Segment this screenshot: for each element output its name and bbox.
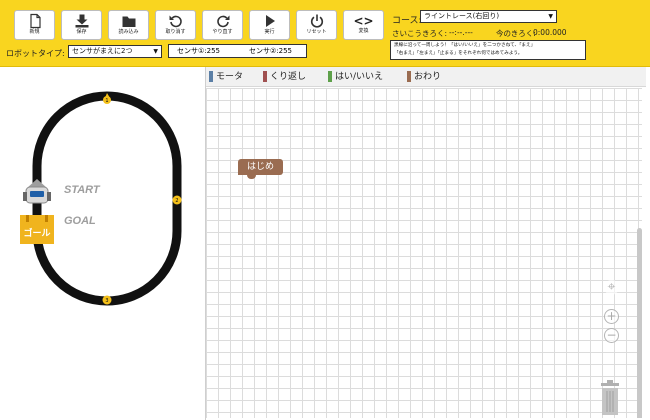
convert-button-label: 変換: [358, 28, 369, 34]
goal-sign-text: ゴール: [23, 227, 50, 239]
tab-motor-label: モータ: [216, 72, 244, 82]
checkpoint-1-label: 1: [105, 98, 108, 104]
tab-end-color: [407, 71, 411, 82]
start-label: START: [64, 184, 101, 196]
undo-button-label: 取り消す: [165, 29, 186, 35]
crosshair-icon[interactable]: ⌖: [604, 280, 619, 295]
play-icon: [265, 15, 275, 27]
block-workspace[interactable]: はじめ ⌖ + −: [206, 88, 642, 418]
block-palette: モータ くり返し はい/いいえ おわり: [206, 67, 646, 87]
best-record-value: --:--.---: [449, 28, 473, 37]
new-button[interactable]: 新規: [14, 10, 55, 40]
tab-repeat-color: [263, 71, 267, 82]
folder-icon: [122, 16, 135, 27]
tab-motor[interactable]: モータ: [209, 71, 243, 83]
checkpoint-3-label: 3: [105, 298, 108, 304]
course-select-value: ライントレース(右回り): [424, 12, 500, 20]
new-button-label: 新規: [29, 29, 40, 35]
checkpoint-3: 3: [102, 295, 112, 305]
checkpoint-2: 2: [172, 195, 182, 205]
redo-icon: [216, 15, 229, 28]
course-label: コース:: [392, 16, 422, 26]
save-button[interactable]: 保存: [61, 10, 102, 40]
app-window: 新規 保存 読み込み 取り消す やり直す 実行 リセット <> 変換 コース: …: [0, 0, 650, 420]
robot-type-label: ロボットタイプ:: [6, 49, 65, 58]
mission-line-2: 「右まえ」「左まえ」「止まる」をそれぞれ何ではめてみよう。: [394, 51, 523, 56]
reset-button[interactable]: リセット: [296, 10, 337, 40]
load-button-label: 読み込み: [118, 29, 139, 35]
tab-end[interactable]: おわり: [407, 71, 441, 83]
redo-button-label: やり直す: [212, 29, 233, 35]
sensor-readout: センサ①:255 センサ②:255: [168, 44, 307, 58]
tab-yes-no-color: [328, 71, 332, 82]
current-record-value: 0:00.000: [533, 28, 567, 37]
goal-label: GOAL: [64, 215, 96, 227]
block-editor: モータ くり返し はい/いいえ おわり はじめ ⌖ + −: [205, 67, 650, 420]
robot-icon[interactable]: [23, 179, 51, 204]
dropdown-arrow-icon: ▼: [153, 48, 158, 55]
vertical-scrollbar[interactable]: [637, 228, 642, 418]
save-button-label: 保存: [76, 29, 87, 35]
redo-button[interactable]: やり直す: [202, 10, 243, 40]
load-button[interactable]: 読み込み: [108, 10, 149, 40]
tab-repeat[interactable]: くり返し: [263, 71, 306, 83]
tab-repeat-label: くり返し: [270, 72, 307, 82]
start-block[interactable]: はじめ: [238, 159, 283, 179]
mission-text: 黒線に沿って一周しよう！「はい/いいえ」を二つかさねて、「まえ」 「右まえ」「左…: [390, 40, 586, 60]
undo-icon: [169, 15, 182, 28]
sensor-1-value: センサ①:255: [177, 47, 220, 55]
download-icon: [75, 14, 88, 28]
tab-end-label: おわり: [414, 72, 442, 82]
code-icon: <>: [353, 14, 374, 28]
goal-sign: ゴール: [20, 215, 54, 244]
run-button[interactable]: 実行: [249, 10, 290, 40]
power-icon: [310, 14, 323, 28]
course-select[interactable]: ライントレース(右回り) ▼: [420, 10, 557, 23]
current-record-label: 今のきろく:: [496, 29, 536, 38]
convert-button[interactable]: <> 変換: [343, 10, 384, 40]
line-track: [32, 91, 182, 306]
sensor-2-value: センサ②:255: [249, 47, 292, 55]
robot-type-select[interactable]: センサがまえに2つ ▼: [68, 45, 162, 58]
checkpoint-2-label: 2: [175, 198, 178, 204]
course-stage: 1 2 3 START GOAL ゴール: [0, 67, 205, 420]
dropdown-arrow-icon: ▼: [548, 13, 553, 20]
run-button-label: 実行: [264, 29, 275, 35]
header-toolbar: 新規 保存 読み込み 取り消す やり直す 実行 リセット <> 変換 コース: …: [0, 0, 650, 67]
course-canvas: 1 2 3 START GOAL ゴール: [20, 91, 182, 306]
best-record-label: さいこうきろく:: [392, 29, 448, 38]
reset-button-label: リセット: [306, 29, 327, 35]
undo-button[interactable]: 取り消す: [155, 10, 196, 40]
trash-icon[interactable]: [599, 380, 621, 416]
tab-motor-color: [209, 71, 213, 82]
new-file-icon: [29, 13, 41, 29]
zoom-in-icon[interactable]: +: [604, 309, 619, 324]
tab-yes-no[interactable]: はい/いいえ: [328, 71, 383, 83]
zoom-out-icon[interactable]: −: [604, 328, 619, 343]
robot-type-value: センサがまえに2つ: [72, 47, 133, 55]
mission-line-1: 黒線に沿って一周しよう！「はい/いいえ」を二つかさねて、「まえ」: [394, 43, 536, 48]
tab-yes-no-label: はい/いいえ: [335, 72, 384, 82]
